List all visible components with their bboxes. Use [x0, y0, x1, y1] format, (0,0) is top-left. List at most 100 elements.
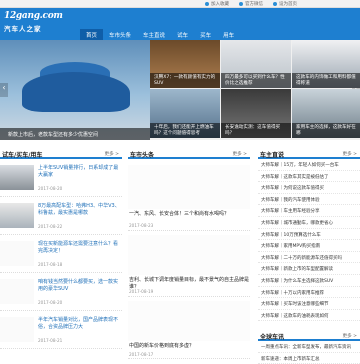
- item-date: 2017-08-17: [129, 352, 154, 357]
- section-global-news: 全球车讯 更多 > 一周重点车讯：全新车型发布，最新汽车资讯 新车速递：本周上市…: [258, 330, 360, 364]
- item-title: 一汽、东风、长安合体！三个和尚有水喝吗？: [129, 211, 230, 217]
- prev-arrow-icon[interactable]: ‹: [0, 83, 8, 97]
- list-item[interactable]: 上半年SUV销量排行，日系却成了最大赢家 2017-08-20: [0, 159, 122, 197]
- list-item[interactable]: 大师车解｜我的汽车使用体验: [258, 194, 360, 206]
- section-title: 车主直说: [260, 152, 285, 159]
- list-item[interactable]: 吉利、长城下调年度销量目标，最不景气的自主品牌是谁？ 2017-08-19: [128, 231, 250, 297]
- section-title: 车市头条: [130, 152, 155, 159]
- top-link-wechat[interactable]: 官方微信: [239, 1, 263, 7]
- item-title: 半年汽车销量对比，国产品牌表现不俗，合资品牌压力大: [38, 317, 119, 330]
- item-thumbnail: [0, 317, 34, 342]
- item-title: 中国的新车价格到底有多虚？: [129, 343, 195, 349]
- list-item[interactable]: 大师车解｜15万，年轻人如何买一台车: [258, 159, 360, 171]
- item-date: 2017-08-20: [38, 300, 63, 305]
- list-item[interactable]: 大师车解｜车主用车经验分享: [258, 205, 360, 217]
- list-item[interactable]: 大师车解｜买车时该注意哪些细节: [258, 298, 360, 310]
- tile-caption: 长安逸动实测：这车值得买吗？: [221, 123, 291, 138]
- item-image: [128, 235, 250, 275]
- more-link[interactable]: 更多 >: [343, 151, 358, 157]
- list-item[interactable]: 中国的新车价格到底有多虚？ 2017-08-17: [128, 297, 250, 359]
- nav-headlines[interactable]: 车市头条: [103, 29, 137, 40]
- nav-use-car[interactable]: 用车: [217, 29, 240, 40]
- tile-6[interactable]: 家用车主的选择，这款车好在哪: [292, 89, 360, 138]
- list-item[interactable]: 大师车解｜为何说这款车值得买: [258, 182, 360, 194]
- nav-buy-car[interactable]: 买车: [194, 29, 217, 40]
- more-link[interactable]: 更多 >: [105, 151, 120, 157]
- section-header: 车主直说 更多 >: [258, 148, 360, 159]
- top-bar: 加入收藏 官方微信 设为首页: [0, 0, 360, 8]
- section-title: 全球车讯: [260, 334, 285, 341]
- top-link-favorite[interactable]: 加入收藏: [205, 1, 229, 7]
- list-item[interactable]: 一汽、东风、长安合体！三个和尚有水喝吗？ 2017-08-23: [128, 159, 250, 231]
- list-item[interactable]: 大师车解｜二十万的新能源车还值得买吗: [258, 252, 360, 264]
- more-link[interactable]: 更多 >: [233, 151, 248, 157]
- item-date: 2017-08-23: [129, 223, 154, 228]
- nav-home[interactable]: 首页: [80, 29, 104, 40]
- list-item[interactable]: 咱有钱当然要什么都要买，选一款实用的豪华SUV 2017-08-20: [0, 273, 122, 311]
- item-image: [128, 301, 250, 341]
- item-title: 上半年SUV销量排行，日系却成了最大赢家: [38, 165, 119, 178]
- item-thumbnail: [0, 203, 34, 228]
- section-owner-talk: 车主直说 更多 > 大师车解｜15万，年轻人如何买一台车 大师车解｜这款车其实是…: [258, 148, 360, 360]
- top-link-homepage[interactable]: 设为首页: [273, 1, 297, 7]
- tile-caption: 家用车主的选择，这款车好在哪: [292, 123, 360, 138]
- tile-5[interactable]: 长安逸动实测：这车值得买吗？: [221, 89, 291, 138]
- tile-3[interactable]: 这款车的内饰做工和用料都值得称道: [292, 40, 360, 88]
- item-date: 2017-08-22: [38, 224, 63, 229]
- tile-caption: 四万最多可以买到什么车？性价比之选推荐: [221, 73, 291, 88]
- list-item[interactable]: 大师车解｜家用MPV购买指南: [258, 240, 360, 252]
- tile-caption: 十年后，我们还能开上燃油车吗？这个问题值得思考: [150, 123, 220, 138]
- list-item[interactable]: 新车速递：本周上市新车汇总: [258, 353, 360, 364]
- list-item[interactable]: 大师车解｜新款上市的车型配置解读: [258, 263, 360, 275]
- home-icon: [273, 1, 277, 6]
- nav-test-drive[interactable]: 试车: [171, 29, 194, 40]
- list-item[interactable]: 半年汽车销量对比，国产品牌表现不俗，合资品牌压力大 2017-08-21: [0, 311, 122, 349]
- tile-caption: 这款车的内饰做工和用料都值得称道: [292, 73, 360, 88]
- list-item[interactable]: 大师车解｜为什么车主选择这款SUV: [258, 275, 360, 287]
- list-item[interactable]: 大师车解｜这款车的油耗表现如何: [258, 310, 360, 322]
- tile-caption: 汉腾X7：一款有颜值有实力的SUV: [150, 73, 220, 88]
- banner: 新款上市后，老款车型还有多少优惠空间 ‹ › 汉腾X7：一款有颜值有实力的SUV…: [0, 40, 360, 140]
- item-thumbnail: [0, 279, 34, 304]
- logo-text: 12gang.com: [4, 11, 63, 21]
- site-logo[interactable]: 12gang.com 汽车人之家: [4, 11, 72, 37]
- item-title: 现在买新能源车还需要注意什么？看完再决定！: [38, 241, 119, 254]
- item-date: 2017-08-19: [129, 289, 154, 294]
- list-item[interactable]: 一周重点车讯：全新车型发布，最新汽车资讯: [258, 341, 360, 353]
- hero-caption: 新款上市后，老款车型还有多少优惠空间: [0, 128, 150, 140]
- list-item[interactable]: 现在买新能源车还需要注意什么？看完再决定！ 2017-08-18: [0, 235, 122, 273]
- list-item[interactable]: 大师车解｜这款车其实是被低估了: [258, 171, 360, 183]
- owner-talk-list: 大师车解｜15万，年轻人如何买一台车 大师车解｜这款车其实是被低估了 大师车解｜…: [258, 159, 360, 322]
- main-nav: 首页 车市头条 车主直说 试车 买车 用车: [80, 29, 240, 40]
- tile-4[interactable]: 十年后，我们还能开上燃油车吗？这个问题值得思考: [150, 89, 220, 138]
- list-item[interactable]: 大师车解｜城市通勤车，哪款更省心: [258, 217, 360, 229]
- item-date: 2017-08-20: [38, 186, 63, 191]
- section-header: 车市头条 更多 >: [128, 148, 250, 159]
- item-date: 2017-08-18: [38, 262, 63, 267]
- section-title: 试车/买车/用车: [2, 152, 43, 159]
- nav-owner-talk[interactable]: 车主直说: [137, 29, 171, 40]
- list-item[interactable]: 8万最高配车型：哈弗H3、中华V3、科鲁兹，最实惠是哪款 2017-08-22: [0, 197, 122, 235]
- global-news-list: 一周重点车讯：全新车型发布，最新汽车资讯 新车速递：本周上市新车汇总: [258, 341, 360, 364]
- section-headlines: 车市头条 更多 > 一汽、东风、长安合体！三个和尚有水喝吗？ 2017-08-2…: [128, 148, 250, 360]
- section-trial-buy-use: 试车/买车/用车 更多 > 上半年SUV销量排行，日系却成了最大赢家 2017-…: [0, 148, 122, 360]
- item-thumbnail: [0, 241, 34, 266]
- item-title: 咱有钱当然要什么都要买，选一款实用的豪华SUV: [38, 279, 119, 292]
- item-date: 2017-08-21: [38, 338, 63, 343]
- item-thumbnail: [0, 165, 34, 190]
- item-title: 8万最高配车型：哈弗H3、中华V3、科鲁兹，最实惠是哪款: [38, 203, 120, 216]
- header: 12gang.com 汽车人之家 首页 车市头条 车主直说 试车 买车 用车: [0, 8, 360, 40]
- more-link[interactable]: 更多 >: [343, 333, 358, 339]
- wechat-icon: [239, 1, 243, 6]
- tile-2[interactable]: 四万最多可以买到什么车？性价比之选推荐: [221, 40, 291, 88]
- top-links: 加入收藏 官方微信 设为首页: [205, 1, 297, 7]
- tile-1[interactable]: 汉腾X7：一款有颜值有实力的SUV: [150, 40, 220, 88]
- section-header: 试车/买车/用车 更多 >: [0, 148, 122, 159]
- list-item[interactable]: 大师车解｜十万以内家用车推荐: [258, 287, 360, 299]
- item-image: [128, 165, 250, 209]
- hero-slide[interactable]: 新款上市后，老款车型还有多少优惠空间: [0, 40, 150, 140]
- star-icon: [205, 1, 209, 6]
- list-item[interactable]: 大师车解｜10万预算选什么车: [258, 229, 360, 241]
- section-header: 全球车讯 更多 >: [258, 330, 360, 341]
- hero-car-body: [22, 72, 130, 112]
